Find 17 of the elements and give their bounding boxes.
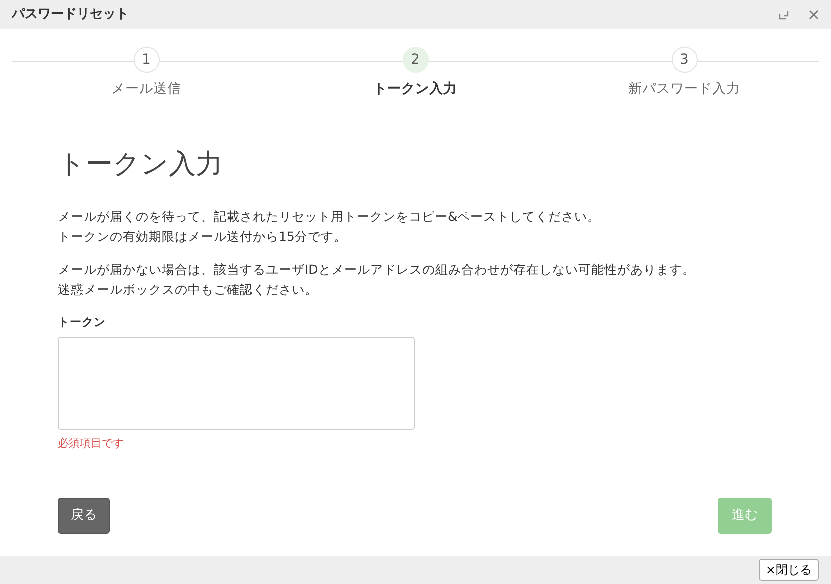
step-number: 2 xyxy=(402,47,428,73)
step-label: メール送信 xyxy=(112,80,182,99)
window-title: パスワードリセット xyxy=(12,6,129,24)
restore-icon[interactable] xyxy=(778,10,790,20)
step-number: 1 xyxy=(134,47,160,73)
instruction-text: メールが届くのを待って、記載されたリセット用トークンをコピー&ペーストしてください。 トークンの有効期限はメール送付から15分です。 xyxy=(58,208,602,246)
field-label: トークン xyxy=(58,314,107,332)
instruction-text: メールが届かない場合は、該当するユーザIDとメールアドレスの組み合わせが存在しない可能性があります。 迷惑メールボックスの中もご確認ください。 xyxy=(58,261,696,300)
page-heading: トークン入力 xyxy=(58,149,224,182)
close-button[interactable]: ×閉じる xyxy=(758,559,819,581)
token-field[interactable] xyxy=(58,336,415,430)
step-label: 新パスワード入力 xyxy=(628,80,740,99)
back-button[interactable]: 戻る xyxy=(58,498,110,534)
step-number: 3 xyxy=(672,47,698,73)
close-icon[interactable] xyxy=(809,10,819,20)
step-label: トークン入力 xyxy=(374,80,458,99)
error-message: 必須項目です xyxy=(58,436,125,452)
